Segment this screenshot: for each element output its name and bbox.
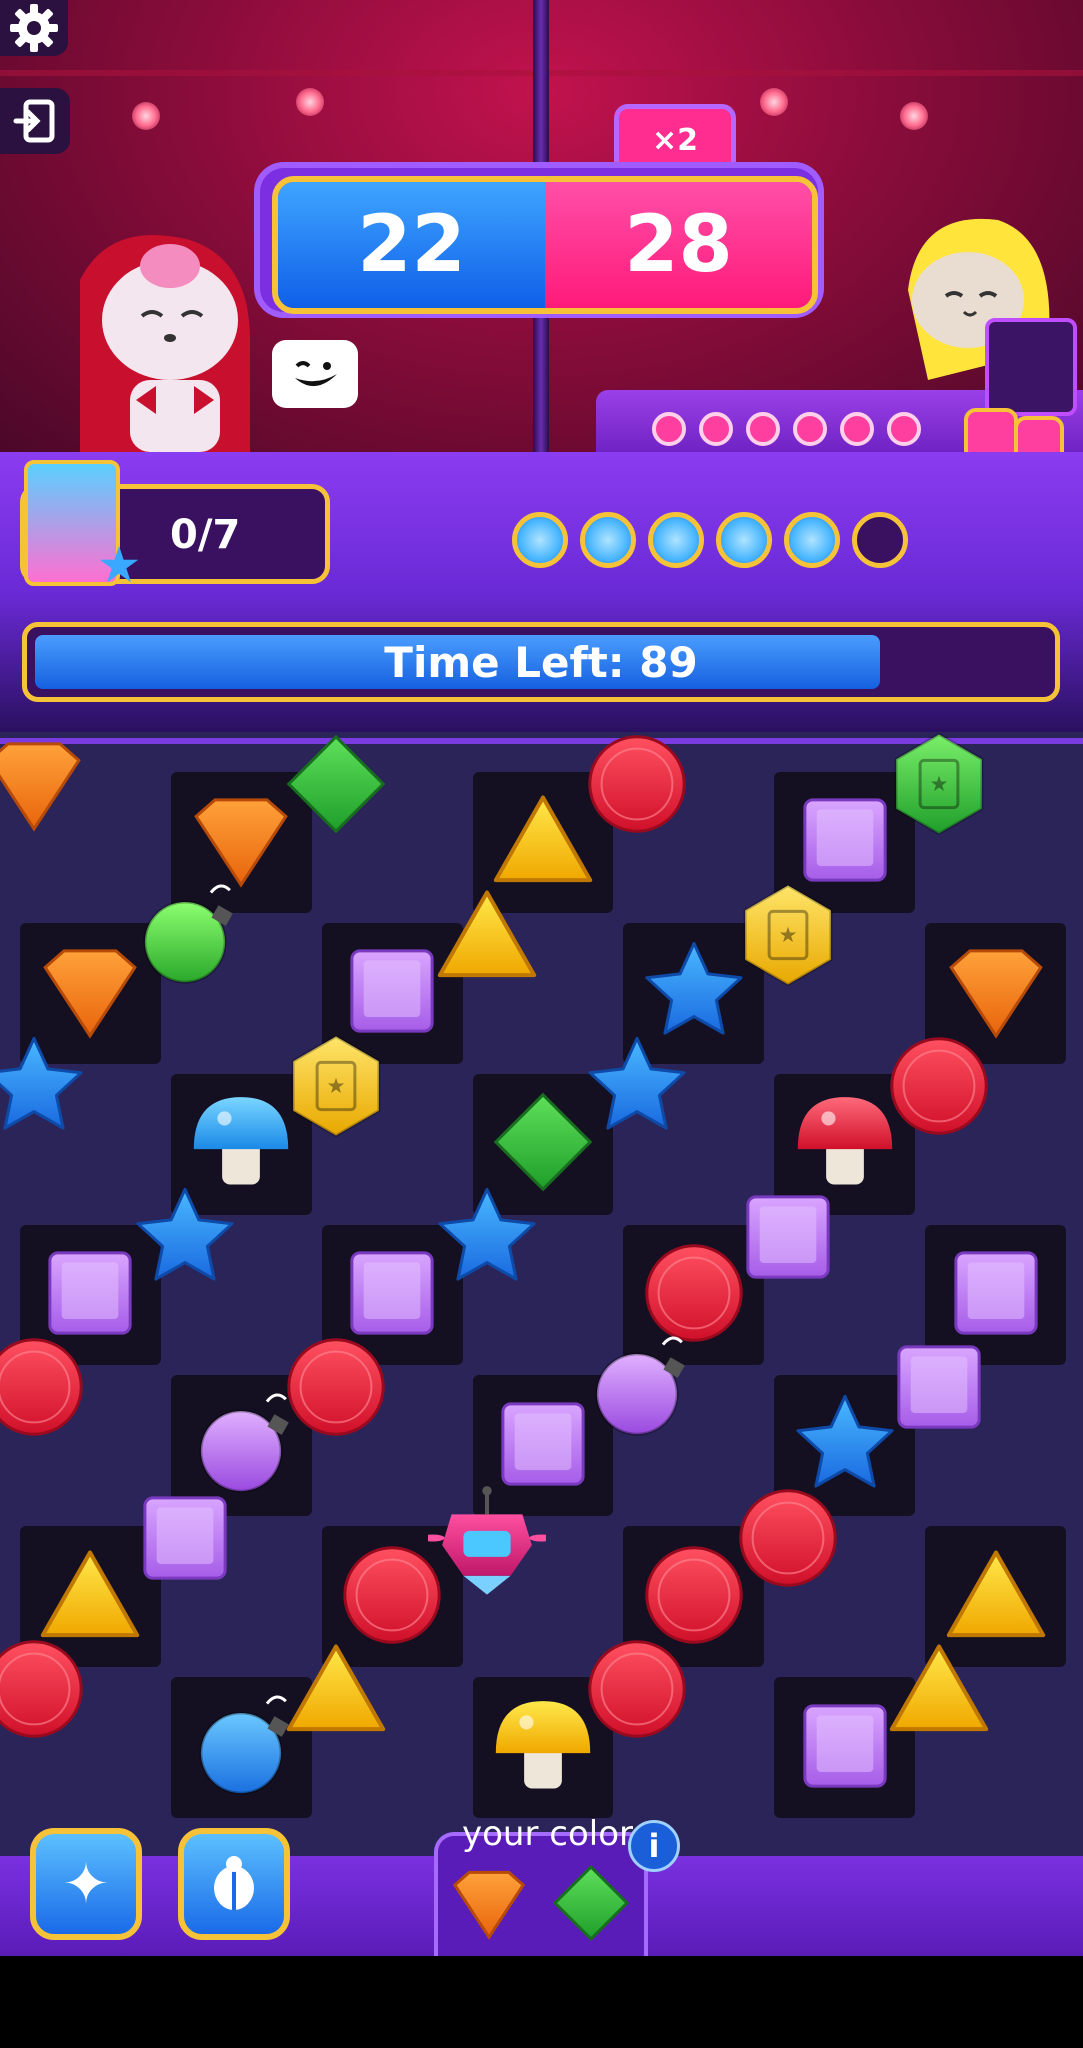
your-colors-label: your colors [462, 1814, 651, 1854]
yellow-gem-icon [277, 1630, 395, 1752]
yellow-gem-icon [428, 876, 546, 998]
scarab-icon [214, 1856, 254, 1910]
blue-gem-icon [578, 1027, 696, 1149]
progress-dot [512, 512, 568, 568]
player-score: 22 [278, 182, 545, 308]
opponent-progress-dot [652, 412, 686, 446]
blue-gem-icon [126, 1178, 244, 1300]
stars-booster-button[interactable]: ✦ [30, 1828, 142, 1940]
red-gem-icon [729, 1479, 847, 1601]
timer-label: Time Left: 89 [384, 637, 698, 687]
board-cell[interactable] [746, 1194, 830, 1279]
green-bomb-gem-icon [126, 876, 244, 998]
board-cell[interactable] [143, 1496, 227, 1580]
robot-gem-icon [420, 1479, 553, 1601]
scarab-booster-button[interactable] [178, 1828, 290, 1940]
opponent-progress-dot [699, 412, 733, 446]
progress-dot [648, 512, 704, 568]
opponent-progress-dot [746, 412, 780, 446]
star-badge-icon: ★ [96, 536, 142, 594]
svg-text:★: ★ [930, 772, 949, 797]
stage-light [296, 88, 324, 116]
board-cell[interactable] [0, 742, 81, 832]
progress-dot [580, 512, 636, 568]
svg-text:★: ★ [326, 1074, 345, 1099]
board-cell[interactable] [0, 1338, 83, 1437]
board-cell[interactable] [0, 1036, 83, 1130]
opponent-progress-dot [840, 412, 874, 446]
opponent-progress-dot [793, 412, 827, 446]
board-cell[interactable] [890, 1037, 988, 1135]
red-gem-icon [0, 1630, 93, 1752]
progress-dot [852, 512, 908, 568]
exit-button[interactable] [0, 88, 70, 154]
board-cell[interactable] [588, 1036, 687, 1130]
board-cell[interactable] [286, 734, 386, 834]
opponent-score: 28 [545, 182, 812, 308]
board-cell[interactable] [143, 884, 233, 984]
svg-text:★: ★ [779, 923, 798, 948]
board-cell[interactable]: ★ [743, 883, 833, 987]
red-gem-icon [277, 1328, 395, 1450]
emote-bubble[interactable] [272, 340, 358, 408]
opponent-card [985, 318, 1077, 416]
stage-light [900, 102, 928, 130]
purple-gem-icon [126, 1479, 244, 1601]
progress-dot [716, 512, 772, 568]
board-cell[interactable]: ★ [291, 1034, 381, 1138]
board-cell[interactable] [889, 1644, 989, 1732]
board-cell[interactable] [595, 1336, 686, 1437]
board-cell[interactable] [588, 1640, 687, 1738]
blue-gem-icon [0, 1027, 93, 1149]
moves-counter: 0/7 [170, 512, 241, 558]
red-gem-icon [578, 725, 696, 847]
board-cell[interactable] [420, 1486, 553, 1595]
red-gem-icon [880, 1027, 998, 1149]
board-cell[interactable] [286, 1644, 385, 1732]
orange-gem-icon [0, 725, 93, 847]
blue-gem-icon [428, 1178, 546, 1300]
purple-gem-icon [880, 1328, 998, 1450]
gear-icon [10, 4, 58, 52]
board-cell[interactable]: ★ [894, 732, 984, 836]
settings-button[interactable] [0, 0, 68, 56]
board-cell[interactable] [136, 1187, 234, 1281]
orange-color-gem-icon [444, 1858, 534, 1952]
red-gem-icon [0, 1328, 93, 1450]
gold-book-gem-icon: ★ [729, 876, 847, 998]
purple-gem-icon [729, 1178, 847, 1300]
purple-bomb-gem-icon [578, 1328, 696, 1450]
stars-icon: ✦ [62, 1851, 110, 1917]
green-color-gem-icon [546, 1858, 636, 1952]
green-gem-icon [277, 725, 395, 847]
board-cell[interactable] [897, 1345, 981, 1430]
board-cell[interactable] [287, 1338, 385, 1437]
game-board: ★ ★ ★ [0, 732, 1066, 1818]
bottom-bar [0, 1956, 1083, 2048]
exit-icon [13, 99, 55, 143]
board-cell[interactable] [437, 1187, 536, 1281]
stage-light [132, 102, 160, 130]
board-cell[interactable] [437, 890, 536, 977]
timer-bar: Time Left: 89 [22, 622, 1060, 702]
stage-light [760, 88, 788, 116]
progress-dot [784, 512, 840, 568]
opponent-progress-dot [887, 412, 921, 446]
player-character [80, 235, 250, 452]
green-book-gem-icon: ★ [880, 725, 998, 847]
gold-book-gem-icon: ★ [277, 1027, 395, 1149]
yellow-gem-icon [880, 1630, 998, 1752]
wink-emoji-icon [295, 361, 337, 387]
board-cell[interactable] [739, 1489, 837, 1587]
board-cell[interactable] [0, 1640, 83, 1738]
red-gem-icon [578, 1630, 696, 1752]
scoreboard: 22 28 [254, 162, 824, 318]
board-cell[interactable] [588, 735, 687, 833]
